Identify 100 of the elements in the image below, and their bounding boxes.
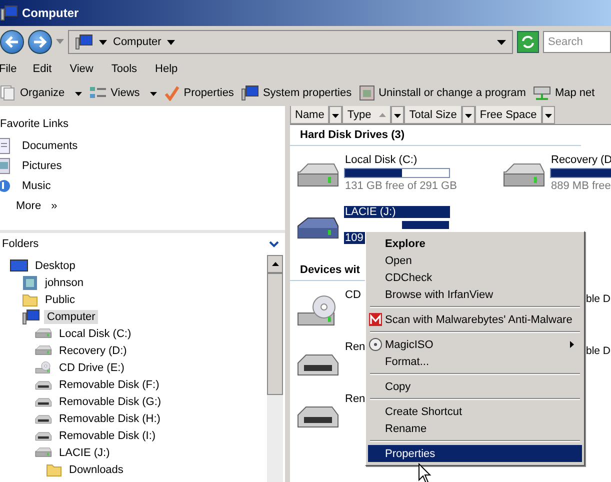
column-filter-dropdown[interactable] [542, 106, 555, 124]
context-menu-item[interactable]: Copy [368, 378, 582, 395]
more-link[interactable]: More [16, 200, 42, 212]
favorite-link[interactable]: Pictures [22, 160, 62, 172]
context-menu-item[interactable]: Open [368, 252, 582, 269]
caret-icon [167, 40, 176, 44]
context-menu-item[interactable]: Create Shortcut [368, 403, 582, 420]
folder-tree-item[interactable]: Removable Disk (G:) [56, 394, 164, 408]
caret-icon [544, 114, 552, 118]
toolbar-button[interactable]: Map net [532, 85, 595, 101]
menu-item[interactable]: Help [155, 63, 188, 75]
toolbar-button[interactable]: Views [88, 85, 157, 101]
user-folder-icon [22, 274, 38, 290]
monitor-icon [10, 258, 28, 272]
computer-icon [22, 308, 40, 324]
context-menu-item[interactable]: Scan with Malwarebytes' Anti-Malware [368, 311, 582, 328]
sort-arrow-icon [272, 262, 278, 266]
hard-drive-icon [34, 344, 52, 358]
refresh-icon [521, 35, 535, 49]
toolbar-button[interactable]: Uninstall or change a program [358, 85, 526, 101]
column-header[interactable]: Total Size [404, 106, 462, 124]
computer-icon [0, 5, 18, 21]
toolbar-button[interactable]: Organize [0, 85, 82, 101]
menu-item[interactable]: View [70, 63, 104, 75]
refresh-button[interactable] [517, 31, 539, 53]
context-menu-item[interactable]: Browse with IrfanView [368, 286, 582, 303]
caret-icon [464, 114, 472, 118]
document-icon [0, 138, 10, 154]
column-filter-dropdown[interactable] [329, 106, 342, 124]
back-button[interactable] [0, 30, 24, 54]
toolbar-button[interactable]: System properties [240, 85, 352, 101]
favorite-link[interactable]: Documents [22, 140, 78, 152]
window-title: Computer [22, 6, 79, 20]
collapse-chevron-icon[interactable] [269, 240, 279, 248]
caret-icon [394, 114, 402, 118]
arrow-left-icon [5, 36, 19, 48]
toolbar-button[interactable]: Properties [164, 85, 234, 101]
context-menu-item[interactable]: MagicISO [368, 336, 582, 353]
menu-item[interactable]: File [0, 63, 27, 75]
picture-icon [0, 158, 10, 174]
folder-tree-item[interactable]: CD Drive (E:) [56, 360, 128, 374]
network-drive-icon [532, 85, 551, 101]
folder-tree-item[interactable]: Public [42, 292, 78, 306]
pages-icon [0, 85, 16, 101]
context-menu-item[interactable]: Format... [368, 353, 582, 370]
drive-label: ble D [586, 293, 611, 305]
folder-tree-item[interactable]: Downloads [66, 462, 126, 476]
folder-tree-item[interactable]: Removable Disk (H:) [56, 412, 164, 426]
hard-drive-icon [34, 326, 52, 340]
folder-tree-item[interactable]: johnson [42, 276, 87, 290]
section-title: Favorite Links [0, 118, 68, 130]
drive-label[interactable]: LACIE (J:) [344, 206, 450, 218]
sort-arrow-icon [379, 112, 386, 116]
folder-tree-item[interactable]: Desktop [32, 258, 78, 272]
search-field[interactable]: Search [543, 31, 611, 53]
free-space-text: 889 MB free [550, 180, 611, 192]
checkmark-icon [164, 85, 180, 101]
folder-tree-item[interactable]: Removable Disk (F:) [56, 378, 162, 392]
drive-label: ble D [586, 345, 611, 357]
views-icon [88, 85, 107, 101]
arrow-right-icon [33, 36, 47, 48]
free-space-text: 131 GB free of 291 GB [344, 180, 458, 192]
context-menu-item[interactable]: Rename [368, 420, 582, 437]
menu-item[interactable]: Tools [111, 63, 148, 75]
disc-icon [369, 338, 382, 351]
column-header[interactable]: Type [342, 106, 392, 124]
folder-tree-item[interactable]: Local Disk (C:) [56, 326, 134, 340]
favorite-link[interactable]: Music [22, 180, 51, 192]
cd-drive-icon [34, 360, 52, 374]
drive-label[interactable]: Ren [344, 393, 366, 405]
folder-icon [22, 292, 38, 308]
drive-label[interactable]: CD [344, 289, 362, 301]
caret-icon [74, 92, 82, 96]
folder-tree-item[interactable]: Recovery (D:) [56, 344, 130, 358]
context-menu-item[interactable]: Properties [368, 445, 582, 462]
caret-icon [332, 114, 340, 118]
caret-icon [99, 40, 107, 44]
folder-icon [46, 462, 62, 478]
address-bar[interactable]: Computer [68, 30, 513, 54]
hard-drive-icon [34, 446, 52, 460]
folder-tree-item[interactable]: LACIE (J:) [56, 446, 113, 460]
computer-icon [75, 34, 93, 50]
address-dropdown[interactable] [497, 37, 506, 47]
drive-label[interactable]: Ren [344, 341, 366, 353]
folder-tree-item[interactable]: Removable Disk (I:) [56, 428, 159, 442]
column-header[interactable]: Free Space [474, 106, 542, 124]
column-filter-dropdown[interactable] [391, 106, 404, 124]
context-menu-item[interactable]: CDCheck [368, 269, 582, 286]
folder-tree-item[interactable]: Computer [44, 310, 98, 324]
menu-item[interactable]: Edit [32, 63, 62, 75]
group-header: Hard Disk Drives (3) [300, 129, 405, 141]
drive-label[interactable]: Local Disk (C:) [344, 154, 458, 166]
program-box-icon [358, 85, 375, 101]
column-filter-dropdown[interactable] [462, 106, 475, 124]
column-header[interactable]: Name [290, 106, 330, 124]
group-header: Devices wit [300, 264, 360, 276]
caret-icon [150, 92, 157, 96]
forward-button[interactable] [28, 30, 52, 54]
scrollbar[interactable] [267, 255, 283, 482]
breadcrumb[interactable]: Computer [113, 36, 162, 48]
